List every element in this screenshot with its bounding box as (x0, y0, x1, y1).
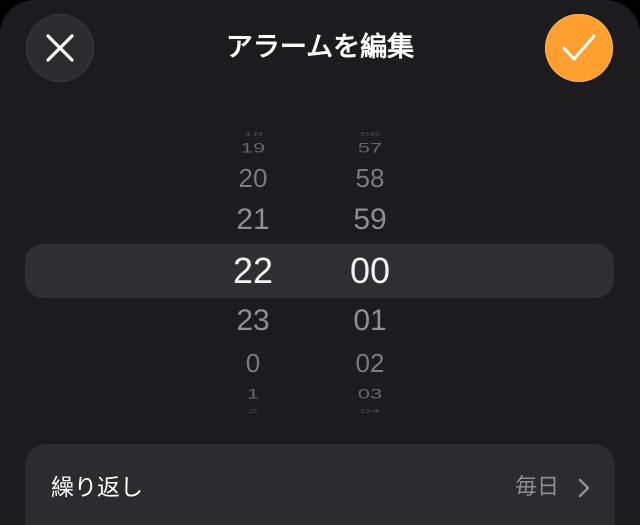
chevron-right-icon (578, 478, 590, 498)
selected-hour[interactable]: 22 (193, 251, 313, 291)
page-title: アラームを編集 (225, 32, 415, 63)
minute-option[interactable]: 57 (310, 140, 430, 156)
minute-wheel[interactable]: 56 57 58 59 00 01 02 03 04 (310, 120, 430, 420)
minute-option[interactable]: 03 (310, 386, 430, 402)
repeat-value: 毎日 (514, 475, 559, 500)
hour-option[interactable]: 21 (193, 203, 313, 237)
hour-option[interactable]: 18 (193, 131, 313, 137)
edit-alarm-sheet: アラームを編集 18 19 20 21 22 23 0 1 2 56 57 58… (0, 0, 640, 525)
checkmark-icon (562, 34, 596, 61)
time-picker[interactable]: 18 19 20 21 22 23 0 1 2 56 57 58 59 00 0… (0, 120, 640, 420)
repeat-setting-row[interactable]: 繰り返し 毎日 (25, 444, 615, 525)
hour-option[interactable]: 23 (193, 304, 313, 338)
hour-option[interactable]: 0 (193, 348, 313, 378)
hour-option[interactable]: 2 (193, 408, 313, 414)
repeat-label: 繰り返し (51, 475, 143, 501)
minute-option[interactable]: 56 (310, 131, 430, 137)
minute-option[interactable]: 58 (310, 163, 430, 193)
hour-option[interactable]: 1 (193, 386, 313, 402)
close-button[interactable] (26, 14, 94, 82)
save-button[interactable] (545, 14, 613, 82)
hour-option[interactable]: 20 (193, 163, 313, 193)
selected-minute[interactable]: 00 (310, 251, 430, 291)
minute-option[interactable]: 04 (310, 408, 430, 414)
close-icon (46, 34, 74, 62)
minute-option[interactable]: 01 (310, 304, 430, 338)
hour-wheel[interactable]: 18 19 20 21 22 23 0 1 2 (193, 120, 313, 420)
hour-option[interactable]: 19 (193, 140, 313, 156)
minute-option[interactable]: 59 (310, 203, 430, 237)
minute-option[interactable]: 02 (310, 348, 430, 378)
